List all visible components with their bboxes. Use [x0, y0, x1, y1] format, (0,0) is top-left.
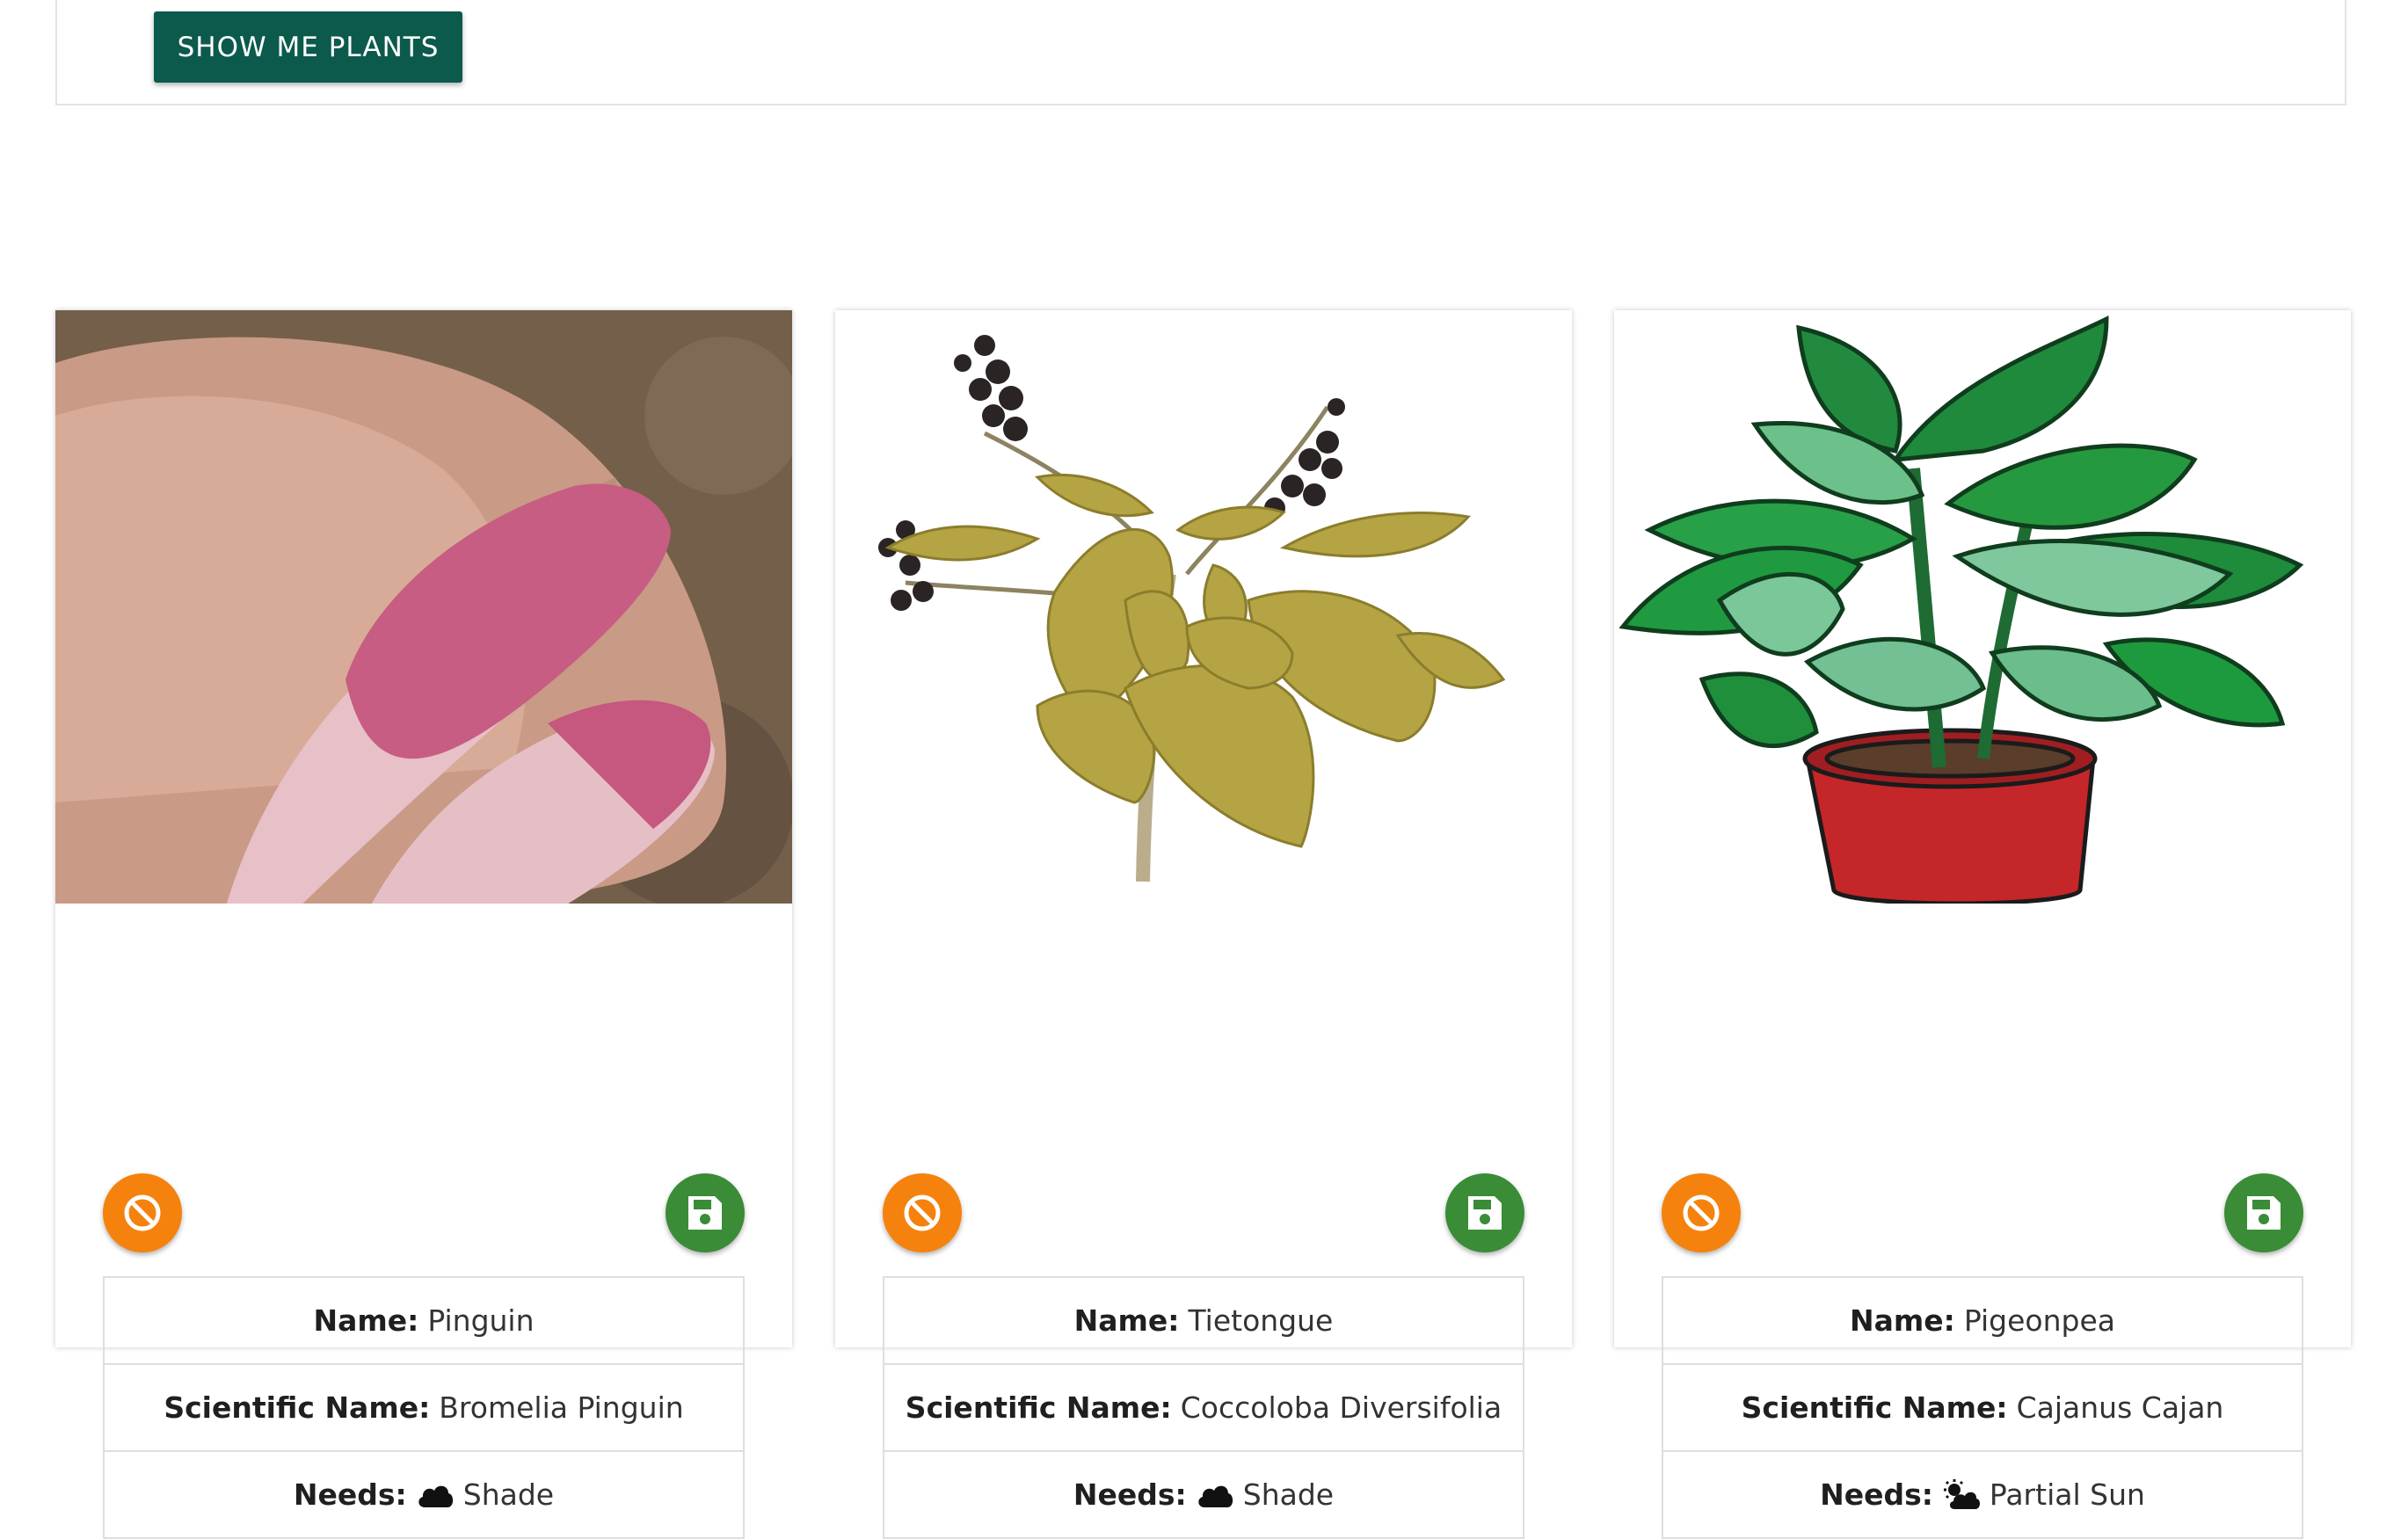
scientific-name-label: Scientific Name:	[905, 1390, 1172, 1425]
name-label: Name:	[1073, 1303, 1180, 1338]
needs-value: Partial Sun	[1989, 1477, 2145, 1512]
scientific-name-row: Scientific Name: Bromelia Pinguin	[105, 1365, 743, 1452]
name-value: Pigeonpea	[1963, 1303, 2116, 1338]
name-row: Name: Pigeonpea	[1663, 1278, 2302, 1365]
needs-row: Needs: Shade	[884, 1452, 1523, 1537]
plant-image	[55, 310, 792, 904]
plant-info-table: Name: Pinguin Scientific Name: Bromelia …	[103, 1276, 745, 1539]
discard-button[interactable]	[1662, 1173, 1741, 1252]
scientific-name-value: Bromelia Pinguin	[439, 1390, 684, 1425]
name-row: Name: Pinguin	[105, 1278, 743, 1365]
cloud-icon	[416, 1481, 455, 1509]
needs-value: Shade	[1242, 1477, 1335, 1512]
plant-image	[835, 310, 1572, 904]
cloud-icon	[1196, 1481, 1234, 1509]
name-label: Name:	[313, 1303, 419, 1338]
scientific-name-label: Scientific Name:	[164, 1390, 431, 1425]
save-button[interactable]	[2224, 1173, 2303, 1252]
scientific-name-label: Scientific Name:	[1741, 1390, 2008, 1425]
save-button[interactable]	[666, 1173, 745, 1252]
plant-image	[1614, 310, 2351, 904]
floppy-disk-icon	[2247, 1196, 2281, 1230]
name-value: Tietongue	[1188, 1303, 1334, 1338]
ban-icon	[1683, 1194, 1720, 1231]
scientific-name-value: Cajanus Cajan	[2016, 1390, 2224, 1425]
scientific-name-row: Scientific Name: Cajanus Cajan	[1663, 1365, 2302, 1452]
search-panel: SHOW ME PLANTS	[55, 0, 2346, 105]
needs-label: Needs:	[1073, 1477, 1187, 1512]
name-row: Name: Tietongue	[884, 1278, 1523, 1365]
scientific-name-value: Coccoloba Diversifolia	[1180, 1390, 1502, 1425]
plant-info-table: Name: Pigeonpea Scientific Name: Cajanus…	[1662, 1276, 2303, 1539]
needs-row: Needs: Partial Sun	[1663, 1452, 2302, 1537]
needs-label: Needs:	[293, 1477, 407, 1512]
plant-card: Name: Tietongue Scientific Name: Coccolo…	[835, 310, 1572, 1539]
needs-value: Shade	[462, 1477, 555, 1512]
show-me-plants-button[interactable]: SHOW ME PLANTS	[154, 11, 462, 83]
cloud-sun-icon	[1942, 1478, 1981, 1511]
discard-button[interactable]	[103, 1173, 182, 1252]
ban-icon	[904, 1194, 941, 1231]
name-label: Name:	[1849, 1303, 1955, 1338]
plant-card: Name: Pinguin Scientific Name: Bromelia …	[55, 310, 792, 1539]
needs-label: Needs:	[1820, 1477, 1933, 1512]
name-value: Pinguin	[427, 1303, 535, 1338]
scientific-name-row: Scientific Name: Coccoloba Diversifolia	[884, 1365, 1523, 1452]
floppy-disk-icon	[688, 1196, 722, 1230]
needs-row: Needs: Shade	[105, 1452, 743, 1537]
plant-card: Name: Pigeonpea Scientific Name: Cajanus…	[1614, 310, 2351, 1539]
discard-button[interactable]	[883, 1173, 962, 1252]
plant-info-table: Name: Tietongue Scientific Name: Coccolo…	[883, 1276, 1524, 1539]
ban-icon	[124, 1194, 161, 1231]
floppy-disk-icon	[1468, 1196, 1502, 1230]
save-button[interactable]	[1445, 1173, 1524, 1252]
